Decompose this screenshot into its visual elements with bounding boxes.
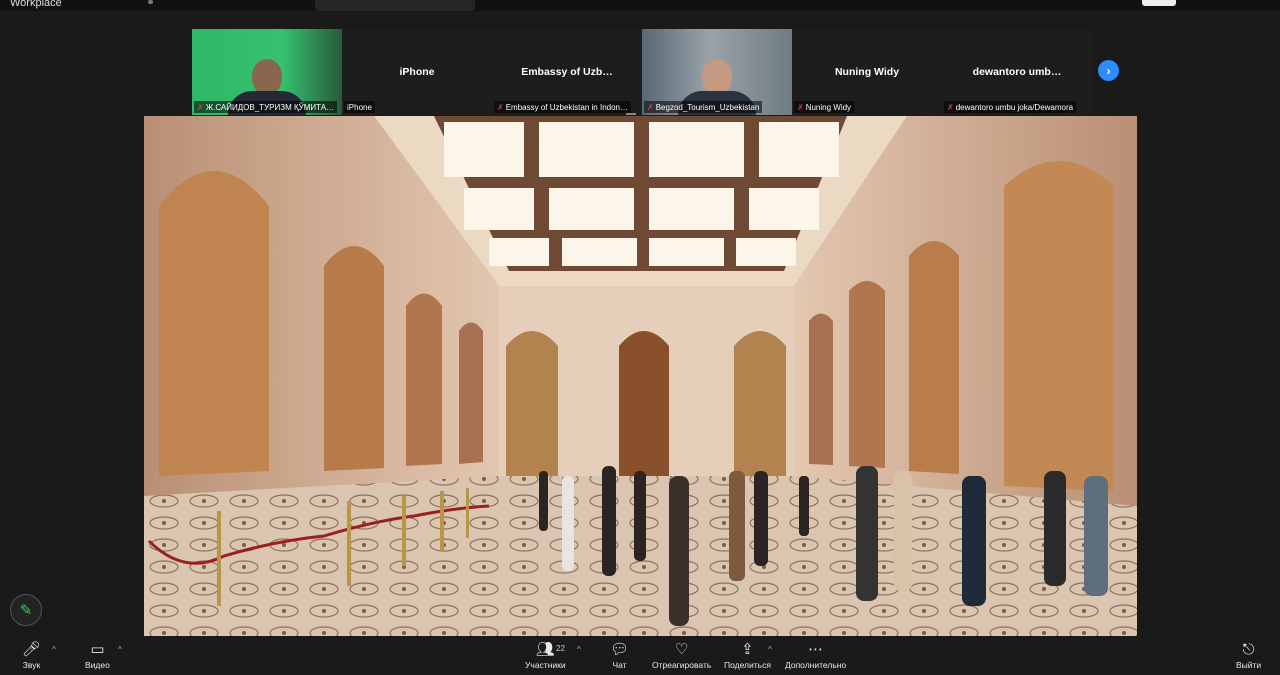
- participant-name: Embassy of Uzb…: [521, 66, 613, 78]
- meeting-toolbar: 🎤︎ Звук ^ ▭ Видео ^ 👥︎ Участники 22 ^ 💬︎…: [0, 636, 1280, 675]
- participant-label: ✗ Embassy of Uzbekistan in Indon…: [494, 101, 631, 113]
- participant-name: iPhone: [399, 66, 435, 78]
- participant-name: Nuning Widy: [834, 66, 900, 78]
- app-title: Workplace: [10, 0, 62, 9]
- participant-tile[interactable]: ✗ Begzod_Tourism_Uzbekistan: [642, 29, 792, 115]
- chat-button[interactable]: 💬︎ Чат: [610, 639, 629, 670]
- participant-tile[interactable]: ✗ Ж.САЙИДОВ_ТУРИЗМ ҚЎМИТА…: [192, 29, 342, 115]
- share-button[interactable]: ⇪ Поделиться: [724, 639, 771, 670]
- share-options-caret[interactable]: ^: [768, 645, 772, 654]
- leave-icon: ⎋: [1242, 640, 1255, 658]
- mic-muted-icon: ✗: [647, 102, 654, 112]
- leave-button[interactable]: ⎋ Выйти: [1236, 639, 1261, 671]
- microphone-muted-icon: 🎤︎: [22, 641, 42, 658]
- participants-count: 22: [556, 644, 565, 653]
- video-button[interactable]: ▭ Видео: [85, 639, 110, 670]
- audio-button[interactable]: 🎤︎ Звук: [22, 639, 41, 670]
- participant-label: ✗ dewantoro umbu joka/Dewamora: [944, 101, 1077, 113]
- more-button[interactable]: ⋯ Дополнительно: [785, 639, 846, 670]
- participants-options-caret[interactable]: ^: [577, 645, 581, 654]
- mic-muted-icon: ✗: [947, 102, 954, 112]
- tab-dot: [148, 0, 153, 4]
- participant-tile[interactable]: dewantoro umb… ✗ dewantoro umbu joka/Dew…: [942, 29, 1092, 115]
- chevron-right-icon: ›: [1106, 63, 1111, 78]
- participant-label: ✗ Ж.САЙИДОВ_ТУРИЗМ ҚЎМИТА…: [194, 101, 338, 113]
- video-camera-icon: ▭: [90, 641, 105, 658]
- share-screen-icon: ⇪: [741, 641, 754, 658]
- annotate-button[interactable]: ✎: [10, 594, 42, 626]
- tab-fragment[interactable]: [315, 0, 475, 11]
- meeting-stage: ✗ Ж.САЙИДОВ_ТУРИЗМ ҚЎМИТА… iPhone iPhone…: [0, 11, 1280, 636]
- shared-image: [144, 116, 1137, 636]
- participant-name: dewantoro umb…: [972, 66, 1062, 78]
- pencil-icon: ✎: [19, 602, 33, 619]
- participant-tile[interactable]: iPhone iPhone: [342, 29, 492, 115]
- participant-label: ✗ Nuning Widy: [794, 101, 855, 113]
- participant-label: ✗ Begzod_Tourism_Uzbekistan: [644, 101, 763, 113]
- participant-tile[interactable]: Embassy of Uzb… ✗ Embassy of Uzbekistan …: [492, 29, 642, 115]
- participant-tile[interactable]: Nuning Widy ✗ Nuning Widy: [792, 29, 942, 115]
- heart-icon: ♡: [674, 641, 689, 658]
- active-speaker-indicator: [626, 113, 636, 115]
- video-options-caret[interactable]: ^: [118, 645, 122, 654]
- mic-muted-icon: ✗: [197, 102, 204, 112]
- window-control-chip[interactable]: [1142, 0, 1176, 6]
- react-button[interactable]: ♡ Отреагировать: [652, 639, 711, 670]
- participant-label: iPhone: [344, 101, 375, 113]
- audio-options-caret[interactable]: ^: [52, 645, 56, 654]
- participant-gallery: ✗ Ж.САЙИДОВ_ТУРИЗМ ҚЎМИТА… iPhone iPhone…: [192, 29, 1092, 115]
- mic-muted-icon: ✗: [497, 102, 504, 112]
- chat-icon: 💬︎: [610, 641, 630, 658]
- gallery-next-button[interactable]: ›: [1098, 60, 1119, 81]
- window-top-bar: Workplace: [0, 0, 1280, 11]
- mic-muted-icon: ✗: [797, 102, 804, 112]
- participants-icon: 👥︎: [535, 641, 555, 658]
- more-icon: ⋯: [808, 641, 824, 658]
- shared-screen: [144, 116, 1137, 636]
